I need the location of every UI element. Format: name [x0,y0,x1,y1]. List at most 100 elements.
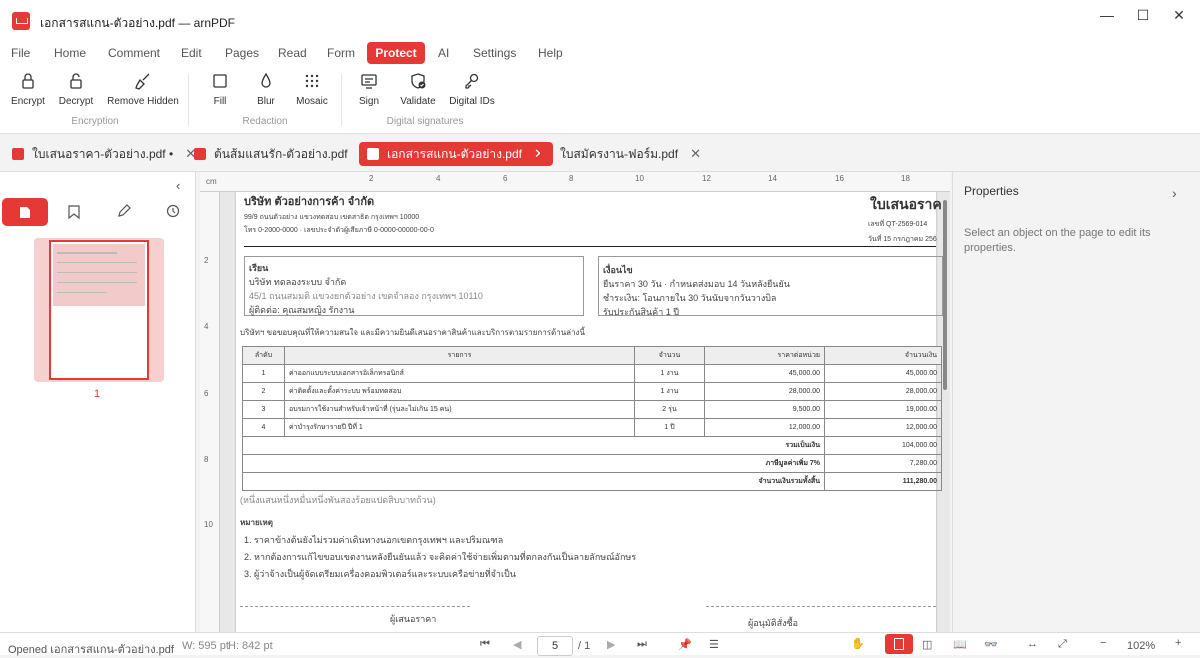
hand-tool-icon[interactable]: ✋ [851,637,865,650]
table-cell: 12,000.00 [824,418,942,437]
pdf-page[interactable]: บริษัท ตัวอย่างการค้า จำกัด 99/9 ถนนตัวอ… [236,192,943,632]
column-header: ราคาต่อหน่วย [704,346,825,365]
table-cell: ค่าบำรุงรักษารายปี ปีที่ 1 [284,418,635,437]
company-phone: โทร 0-2000-0000 · เลขประจำตัวผู้เสียภาษี… [244,227,434,234]
blur-button[interactable]: Blur [250,72,282,107]
first-page-icon[interactable]: ⏮ [480,638,490,651]
signer-label: ผู้เสนอราคา [390,614,437,624]
table-cell: 28,000.00 [824,382,942,401]
zoom-in-icon[interactable]: + [1175,637,1181,649]
ruler-tick-label: 10 [204,520,213,529]
collapse-panel-icon[interactable]: ‹ [176,178,180,193]
menu-settings[interactable]: Settings [473,46,516,60]
ribbon-separator [341,74,342,126]
menu-ai[interactable]: AI [438,46,449,60]
ruler-tick-label: 18 [901,174,910,183]
tab-document[interactable]: ต้นส้มแสนรัก-ตัวอย่าง.pdf✕ [186,142,379,166]
prev-page-icon[interactable]: ◀ [513,638,521,651]
document-canvas[interactable]: บริษัท ตัวอย่างการค้า จำกัด 99/9 ถนนตัวอ… [220,192,950,632]
menu-form[interactable]: Form [327,46,355,60]
table-cell: อบรมการใช้งานสำหรับเจ้าหน้าที่ (รุ่นละไม… [284,400,635,419]
next-page-icon[interactable]: ▶ [607,638,615,651]
sign-button[interactable]: Sign [354,72,384,107]
vat-label: ภาษีมูลค่าเพิ่ม 7% [242,454,825,473]
shield-check-icon [409,72,427,90]
column-header: รายการ [284,346,635,365]
note-item: 2. หากต้องการแก้ไขขอบเขตงานหลังยืนยันแล้… [244,552,637,562]
menu-edit[interactable]: Edit [181,46,202,60]
zoom-out-icon[interactable]: − [1100,637,1106,649]
redaction-group-label: Redaction [242,116,288,127]
ruler-tick-label: 10 [635,174,644,183]
decrypt-button[interactable]: Decrypt [56,72,96,107]
company-name: บริษัท ตัวอย่างการค้า จำกัด [244,196,375,208]
pen-icon[interactable] [117,204,131,221]
menu-home[interactable]: Home [54,46,86,60]
table-cell: 45,000.00 [704,364,825,383]
tab-document-active[interactable]: เอกสารสแกน-ตัวอย่าง.pdf✕ [359,142,553,166]
table-cell: 3 [242,400,285,419]
fit-width-icon[interactable]: ↔ [1027,638,1038,650]
menu-file[interactable]: File [11,46,30,60]
mosaic-label: Mosaic [296,96,328,107]
menu-protect[interactable]: Protect [367,42,425,64]
tab-label: เอกสารสแกน-ตัวอย่าง.pdf [387,146,522,161]
ruler-tick-label: 4 [436,174,441,183]
properties-hint: Select an object on the page to edit its… [964,227,1151,254]
ruler-tick-label: 16 [835,174,844,183]
conditions-box: เงื่อนไข ยืนราคา 30 วัน · กำหนดส่งมอบ 14… [598,256,943,317]
table-cell: ค่าออกแบบระบบเอกสารอิเล็กทรอนิกส์ [284,364,635,383]
sign-label: Sign [358,96,379,107]
notes-label: หมายเหตุ [240,518,273,527]
zoom-level[interactable]: 102% [1127,640,1155,652]
glasses-icon[interactable]: 👓 [984,638,998,651]
fit-page-icon[interactable]: ⤢ [1058,638,1067,651]
remove-hidden-button[interactable]: Remove Hidden [106,72,180,107]
history-icon[interactable] [166,204,180,221]
close-window-button[interactable]: ✕ [1156,0,1200,30]
close-tab-icon[interactable]: ✕ [690,146,701,162]
ribbon [0,66,1200,134]
quote-date: วันที่ 15 กรกฎาคม 256 [868,236,937,243]
pages-panel-button[interactable] [2,198,48,226]
subtotal-label: รวมเป็นเงิน [242,436,825,455]
menu-help[interactable]: Help [538,46,563,60]
chevron-right-icon[interactable]: › [1172,185,1177,201]
vertical-scrollbar[interactable] [943,200,947,390]
page-width: W: 595 pt [182,640,229,652]
page-icon [20,207,30,218]
tab-document[interactable]: ใบเสนอราคา-ตัวอย่าง.pdf • ✕ [4,142,204,166]
fill-button[interactable]: Fill [204,72,236,107]
grid-dots-icon [303,72,321,90]
table-cell: 1 [242,364,285,383]
page-thumbnail[interactable] [49,240,149,380]
list-icon[interactable]: ☰ [709,638,719,651]
digital-ids-button[interactable]: Digital IDs [448,72,496,107]
document-title: ใบเสนอราค [870,196,942,212]
bookmark-icon[interactable] [68,205,80,222]
two-page-view-icon[interactable]: ◫ [922,638,932,651]
table-row: 4 ค่าบำรุงรักษารายปี ปีที่ 11 ปี 12,000.00… [242,418,942,437]
condition-item: ยืนราคา 30 วัน · กำหนดส่งมอบ 14 วันหลังย… [603,279,790,289]
pin-icon[interactable]: 📌 [678,638,692,651]
encrypt-button[interactable]: Encrypt [8,72,48,107]
single-page-view-button[interactable] [885,634,913,654]
ruler-tick-label: 12 [702,174,711,183]
table-cell: 45,000.00 [824,364,942,383]
menu-read[interactable]: Read [278,46,307,60]
droplet-icon [257,72,275,90]
menu-pages[interactable]: Pages [225,46,259,60]
ruler-tick-label: 2 [369,174,374,183]
signatures-group-label: Digital signatures [386,116,464,127]
page-number-input[interactable]: 5 [537,636,573,656]
tab-document[interactable]: ใบสมัครงาน-ฟอร์ม.pdf ✕ [532,142,709,166]
menu-comment[interactable]: Comment [108,46,160,60]
signature-line [706,606,936,607]
mosaic-button[interactable]: Mosaic [294,72,330,107]
book-view-icon[interactable]: 📖 [953,638,967,651]
validate-button[interactable]: Validate [398,72,438,107]
note-item: 1. ราคาข้างต้นยังไม่รวมค่าเดินทางนอกเขตก… [244,535,504,545]
last-page-icon[interactable]: ⏭ [637,638,647,651]
table-cell: 1 งาน [634,382,705,401]
column-header: ลำดับ [242,346,285,365]
